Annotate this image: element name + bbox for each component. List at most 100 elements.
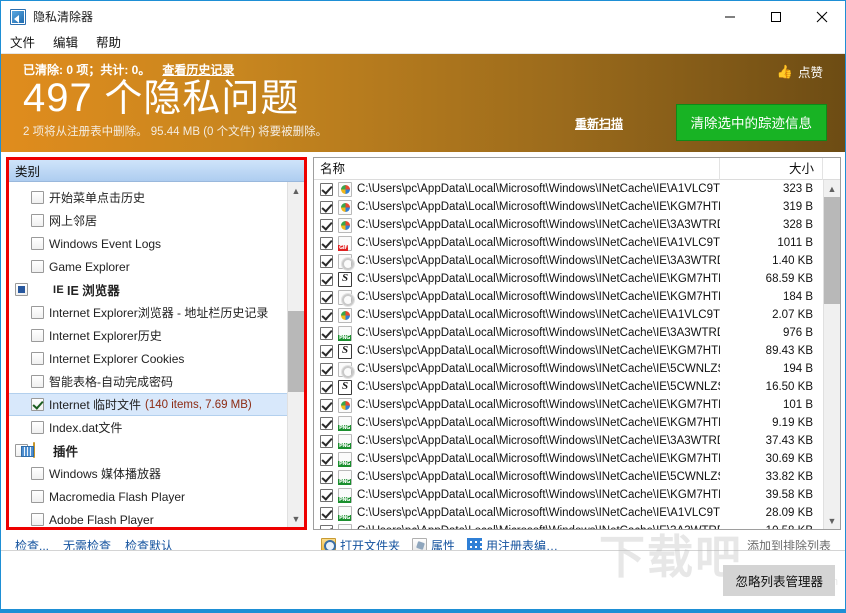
category-checkbox[interactable] <box>31 421 44 434</box>
file-row-checkbox[interactable] <box>320 381 333 394</box>
category-checkbox[interactable] <box>31 260 44 273</box>
file-scroll-up-icon[interactable]: ▲ <box>824 180 840 197</box>
file-row-checkbox[interactable] <box>320 273 333 286</box>
category-checkbox[interactable] <box>31 513 44 526</box>
category-scroll-up-icon[interactable]: ▲ <box>288 182 304 199</box>
file-size: 101 B <box>720 399 823 411</box>
category-checkbox[interactable] <box>31 352 44 365</box>
close-button[interactable] <box>799 1 845 32</box>
category-scroll-down-icon[interactable]: ▼ <box>288 510 304 527</box>
file-row[interactable]: C:\Users\pc\AppData\Local\Microsoft\Wind… <box>314 180 823 198</box>
category-checkbox[interactable] <box>31 398 44 411</box>
file-row-checkbox[interactable] <box>320 417 333 430</box>
category-row[interactable]: 插件 <box>9 439 287 462</box>
file-row[interactable]: PNGC:\Users\pc\AppData\Local\Microsoft\W… <box>314 468 823 486</box>
file-row-checkbox[interactable] <box>320 435 333 448</box>
file-row[interactable]: C:\Users\pc\AppData\Local\Microsoft\Wind… <box>314 198 823 216</box>
clean-selected-button[interactable]: 清除选中的踪迹信息 <box>676 104 828 141</box>
file-row[interactable]: PNGC:\Users\pc\AppData\Local\Microsoft\W… <box>314 522 823 529</box>
category-row[interactable]: Windows 媒体播放器 <box>9 462 287 485</box>
file-row-checkbox[interactable] <box>320 201 333 214</box>
file-row[interactable]: C:\Users\pc\AppData\Local\Microsoft\Wind… <box>314 252 823 270</box>
file-size: 33.82 KB <box>720 471 823 483</box>
file-scroll-track[interactable] <box>824 197 840 512</box>
category-row[interactable]: Internet Explorer浏览器 - 地址栏历史记录 <box>9 301 287 324</box>
file-row-checkbox[interactable] <box>320 489 333 502</box>
maximize-button[interactable] <box>753 1 799 32</box>
file-row[interactable]: C:\Users\pc\AppData\Local\Microsoft\Wind… <box>314 270 823 288</box>
file-row[interactable]: PNGC:\Users\pc\AppData\Local\Microsoft\W… <box>314 504 823 522</box>
file-row-checkbox[interactable] <box>320 219 333 232</box>
file-row-checkbox[interactable] <box>320 291 333 304</box>
file-row-checkbox[interactable] <box>320 327 333 340</box>
file-row[interactable]: PNGC:\Users\pc\AppData\Local\Microsoft\W… <box>314 414 823 432</box>
category-scrollbar[interactable]: ▲ ▼ <box>287 182 304 527</box>
script-file-icon <box>338 380 352 395</box>
category-checkbox[interactable] <box>31 467 44 480</box>
category-checkbox[interactable] <box>31 375 44 388</box>
file-list-scrollbar[interactable]: ▲ ▼ <box>823 180 840 529</box>
menu-file[interactable]: 文件 <box>1 32 44 54</box>
file-row-checkbox[interactable] <box>320 453 333 466</box>
menu-help[interactable]: 帮助 <box>87 32 130 54</box>
category-checkbox[interactable] <box>31 191 44 204</box>
file-row-checkbox[interactable] <box>320 399 333 412</box>
file-row[interactable]: C:\Users\pc\AppData\Local\Microsoft\Wind… <box>314 396 823 414</box>
category-row[interactable]: Windows Event Logs <box>9 232 287 255</box>
category-scroll-track[interactable] <box>288 199 304 510</box>
column-header-name[interactable]: 名称 <box>314 158 720 180</box>
file-row[interactable]: PNGC:\Users\pc\AppData\Local\Microsoft\W… <box>314 486 823 504</box>
file-row-checkbox[interactable] <box>320 525 333 530</box>
file-row[interactable]: C:\Users\pc\AppData\Local\Microsoft\Wind… <box>314 306 823 324</box>
category-checkbox[interactable] <box>31 306 44 319</box>
file-row[interactable]: PNGC:\Users\pc\AppData\Local\Microsoft\W… <box>314 324 823 342</box>
file-row-checkbox[interactable] <box>320 237 333 250</box>
file-row-checkbox[interactable] <box>320 507 333 520</box>
file-size: 976 B <box>720 327 823 339</box>
file-row-checkbox[interactable] <box>320 255 333 268</box>
like-control[interactable]: 👍 点赞 <box>777 62 823 81</box>
file-scroll-thumb[interactable] <box>824 197 840 304</box>
category-row[interactable]: Game Explorer <box>9 255 287 278</box>
category-checkbox[interactable] <box>31 214 44 227</box>
category-checkbox[interactable] <box>31 237 44 250</box>
file-row-checkbox[interactable] <box>320 183 333 196</box>
file-row[interactable]: PNGC:\Users\pc\AppData\Local\Microsoft\W… <box>314 432 823 450</box>
column-header-size[interactable]: 大小 <box>720 158 823 180</box>
category-row[interactable]: Internet Explorer Cookies <box>9 347 287 370</box>
config-file-icon <box>338 290 352 305</box>
category-checkbox[interactable] <box>31 490 44 503</box>
category-row[interactable]: 开始菜单点击历史 <box>9 186 287 209</box>
category-row[interactable]: Adobe Flash Player <box>9 508 287 527</box>
file-row[interactable]: C:\Users\pc\AppData\Local\Microsoft\Wind… <box>314 216 823 234</box>
file-row-checkbox[interactable] <box>320 363 333 376</box>
minimize-button[interactable] <box>707 1 753 32</box>
image-file-icon <box>338 200 352 215</box>
file-row[interactable]: C:\Users\pc\AppData\Local\Microsoft\Wind… <box>314 342 823 360</box>
menu-edit[interactable]: 编辑 <box>44 32 87 54</box>
category-scroll-thumb[interactable] <box>288 311 304 392</box>
category-row[interactable]: 网上邻居 <box>9 209 287 232</box>
category-row[interactable]: Internet 临时文件(140 items, 7.69 MB) <box>9 393 287 416</box>
file-row[interactable]: PNGC:\Users\pc\AppData\Local\Microsoft\W… <box>314 450 823 468</box>
window-title: 隐私清除器 <box>33 8 93 25</box>
category-checkbox[interactable] <box>31 329 44 342</box>
file-size: 9.19 KB <box>720 417 823 429</box>
file-row[interactable]: C:\Users\pc\AppData\Local\Microsoft\Wind… <box>314 360 823 378</box>
title-bar: 隐私清除器 <box>1 1 845 32</box>
file-row-checkbox[interactable] <box>320 471 333 484</box>
file-row-checkbox[interactable] <box>320 309 333 322</box>
file-row[interactable]: C:\Users\pc\AppData\Local\Microsoft\Wind… <box>314 288 823 306</box>
category-row[interactable]: IEIE 浏览器 <box>9 278 287 301</box>
file-scroll-down-icon[interactable]: ▼ <box>824 512 840 529</box>
file-row-checkbox[interactable] <box>320 345 333 358</box>
category-row[interactable]: Macromedia Flash Player <box>9 485 287 508</box>
category-row[interactable]: Internet Explorer历史 <box>9 324 287 347</box>
ignore-list-manager-button[interactable]: 忽略列表管理器 <box>723 565 835 596</box>
rescan-link[interactable]: 重新扫描 <box>575 115 623 132</box>
file-row[interactable]: C:\Users\pc\AppData\Local\Microsoft\Wind… <box>314 378 823 396</box>
category-checkbox[interactable] <box>15 283 28 296</box>
category-row[interactable]: Index.dat文件 <box>9 416 287 439</box>
category-row[interactable]: 智能表格-自动完成密码 <box>9 370 287 393</box>
file-row[interactable]: GIFC:\Users\pc\AppData\Local\Microsoft\W… <box>314 234 823 252</box>
